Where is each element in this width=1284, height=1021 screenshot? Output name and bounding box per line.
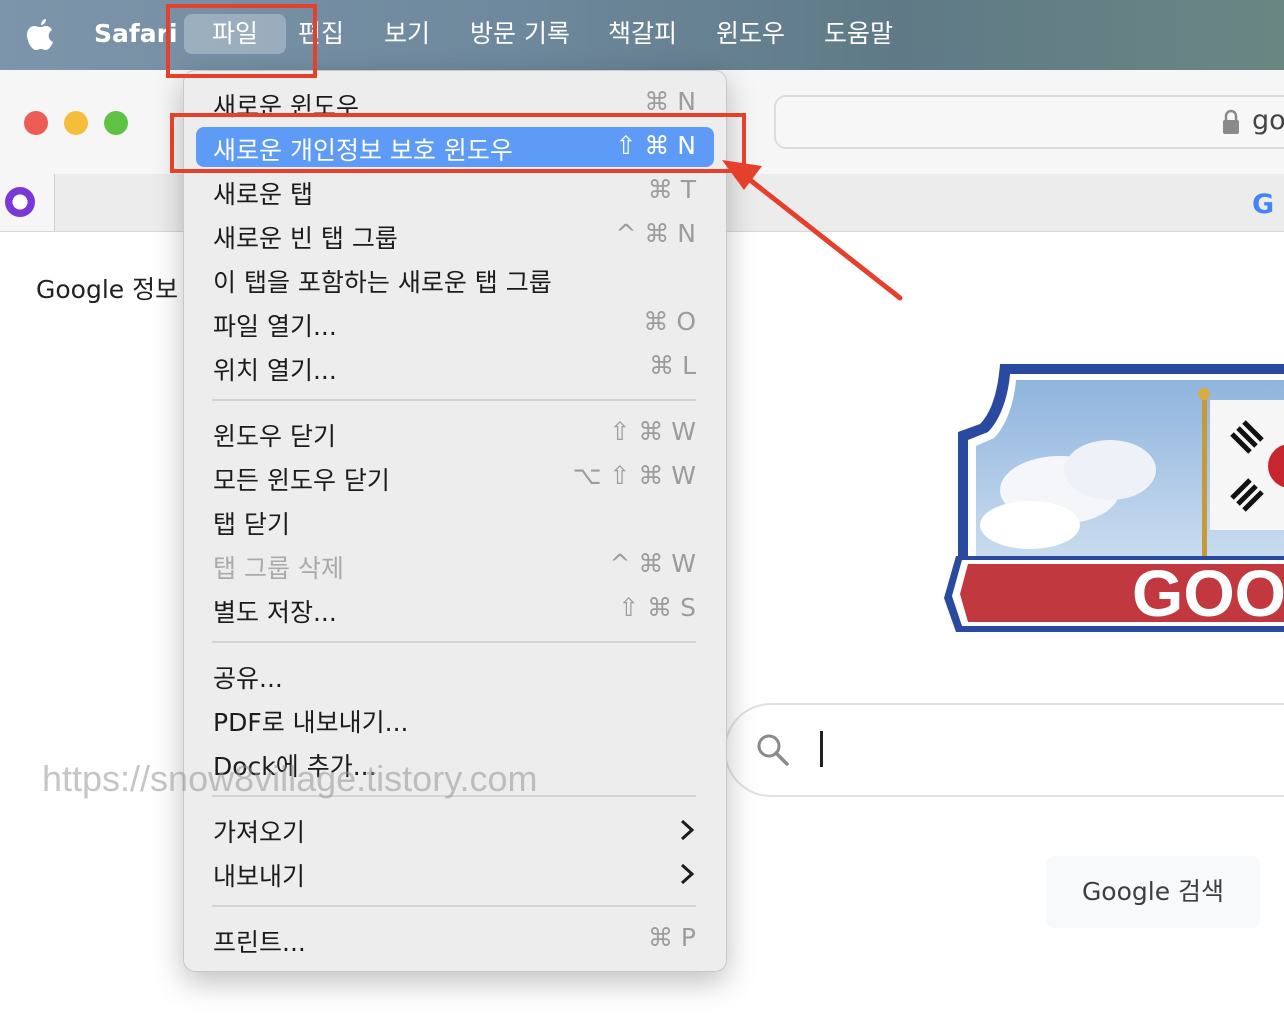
tab-favicon-icon	[5, 187, 35, 217]
menu-item-label: 모든 윈도우 닫기	[213, 466, 390, 495]
menu-item-shortcut: ⌘ L	[649, 351, 696, 380]
chevron-right-icon	[680, 819, 695, 841]
menu-item-add-to-dock[interactable]: Dock에 추가...	[196, 743, 714, 783]
menu-item-shortcut: ⌘ T	[647, 175, 696, 204]
file-menu-dropdown: 새로운 윈도우 ⌘ N 새로운 개인정보 보호 윈도우 ⇧ ⌘ N 새로운 탭 …	[183, 70, 727, 972]
menu-item-label: 프린트...	[213, 928, 306, 957]
menu-item-label: Dock에 추가...	[213, 752, 377, 781]
doodle-text: GOO	[1132, 556, 1284, 630]
menu-item-label: 공유...	[213, 664, 283, 693]
menu-item-label: 새로운 빈 탭 그룹	[213, 224, 398, 253]
lock-icon	[1223, 109, 1239, 134]
menu-item-export-pdf[interactable]: PDF로 내보내기...	[196, 699, 714, 739]
menu-item-shortcut: ⌘ O	[643, 307, 696, 336]
search-icon	[757, 734, 789, 766]
menu-help[interactable]: 도움말	[824, 14, 893, 54]
menu-item-new-tab[interactable]: 새로운 탭 ⌘ T	[196, 171, 714, 211]
menu-separator	[212, 795, 696, 797]
menu-item-print[interactable]: 프린트... ⌘ P	[196, 919, 714, 959]
menu-item-shortcut: ⌘ N	[644, 87, 696, 116]
search-box[interactable]	[724, 703, 1284, 797]
menu-item-label: 위치 열기...	[213, 356, 337, 385]
menu-item-import[interactable]: 가져오기	[196, 809, 714, 849]
menu-item-close-window[interactable]: 윈도우 닫기 ⇧ ⌘ W	[196, 413, 714, 453]
menu-item-label: 내보내기	[213, 862, 306, 891]
menu-item-label: 윈도우 닫기	[213, 422, 336, 451]
menu-item-shortcut: ^ ⌘ W	[609, 549, 696, 578]
google-doodle[interactable]: GOO	[940, 360, 1284, 632]
menu-item-label: 탭 닫기	[213, 510, 290, 539]
menu-item-open-file[interactable]: 파일 열기... ⌘ O	[196, 303, 714, 343]
menu-item-share[interactable]: 공유...	[196, 655, 714, 695]
menu-item-close-all-windows[interactable]: 모든 윈도우 닫기 ⌥ ⇧ ⌘ W	[196, 457, 714, 497]
address-text: go	[1252, 105, 1284, 136]
annotation-box-file-menu	[166, 4, 317, 78]
zoom-window-button[interactable]	[104, 111, 128, 135]
menu-item-close-tab[interactable]: 탭 닫기	[196, 501, 714, 541]
menu-view[interactable]: 보기	[384, 14, 430, 54]
menu-item-new-tab-group-with-tab[interactable]: 이 탭을 포함하는 새로운 탭 그룹	[196, 259, 714, 299]
minimize-window-button[interactable]	[64, 111, 88, 135]
menu-safari[interactable]: Safari	[94, 14, 178, 54]
menu-separator	[212, 641, 696, 643]
menu-item-delete-tab-group: 탭 그룹 삭제 ^ ⌘ W	[196, 545, 714, 585]
google-about-link[interactable]: Google 정보	[36, 270, 178, 306]
menu-item-label: 탭 그룹 삭제	[213, 554, 344, 583]
menu-item-export[interactable]: 내보내기	[196, 853, 714, 893]
google-favicon-icon[interactable]: G	[1252, 189, 1274, 220]
menu-item-label: 새로운 탭	[213, 180, 313, 209]
menu-item-open-location[interactable]: 위치 열기... ⌘ L	[196, 347, 714, 387]
address-bar[interactable]: go	[774, 95, 1284, 149]
menu-item-shortcut: ⌥ ⇧ ⌘ W	[572, 461, 696, 490]
menu-item-shortcut: ⇧ ⌘ S	[618, 593, 696, 622]
menu-history[interactable]: 방문 기록	[470, 14, 570, 54]
apple-icon[interactable]	[24, 16, 56, 50]
menu-item-label: 이 탭을 포함하는 새로운 탭 그룹	[213, 268, 552, 297]
menu-item-shortcut: ⇧ ⌘ W	[609, 417, 696, 446]
google-search-button[interactable]: Google 검색	[1046, 856, 1260, 928]
menu-bookmarks[interactable]: 책갈피	[608, 14, 677, 54]
menu-item-label: 파일 열기...	[213, 312, 337, 341]
menu-item-shortcut: ⌘ P	[647, 923, 696, 952]
menu-window[interactable]: 윈도우	[716, 14, 785, 54]
menu-item-label: 가져오기	[213, 818, 306, 847]
menu-separator	[212, 905, 696, 907]
menu-item-label: PDF로 내보내기...	[213, 708, 409, 737]
chevron-right-icon	[680, 863, 695, 885]
menu-item-save-as[interactable]: 별도 저장... ⇧ ⌘ S	[196, 589, 714, 629]
menu-separator	[212, 399, 696, 401]
close-window-button[interactable]	[24, 111, 48, 135]
annotation-box-private-window	[170, 113, 746, 173]
menu-item-shortcut: ^ ⌘ N	[615, 219, 696, 248]
menu-item-new-empty-tab-group[interactable]: 새로운 빈 탭 그룹 ^ ⌘ N	[196, 215, 714, 255]
menu-item-label: 별도 저장...	[213, 598, 337, 627]
text-cursor	[820, 731, 823, 767]
